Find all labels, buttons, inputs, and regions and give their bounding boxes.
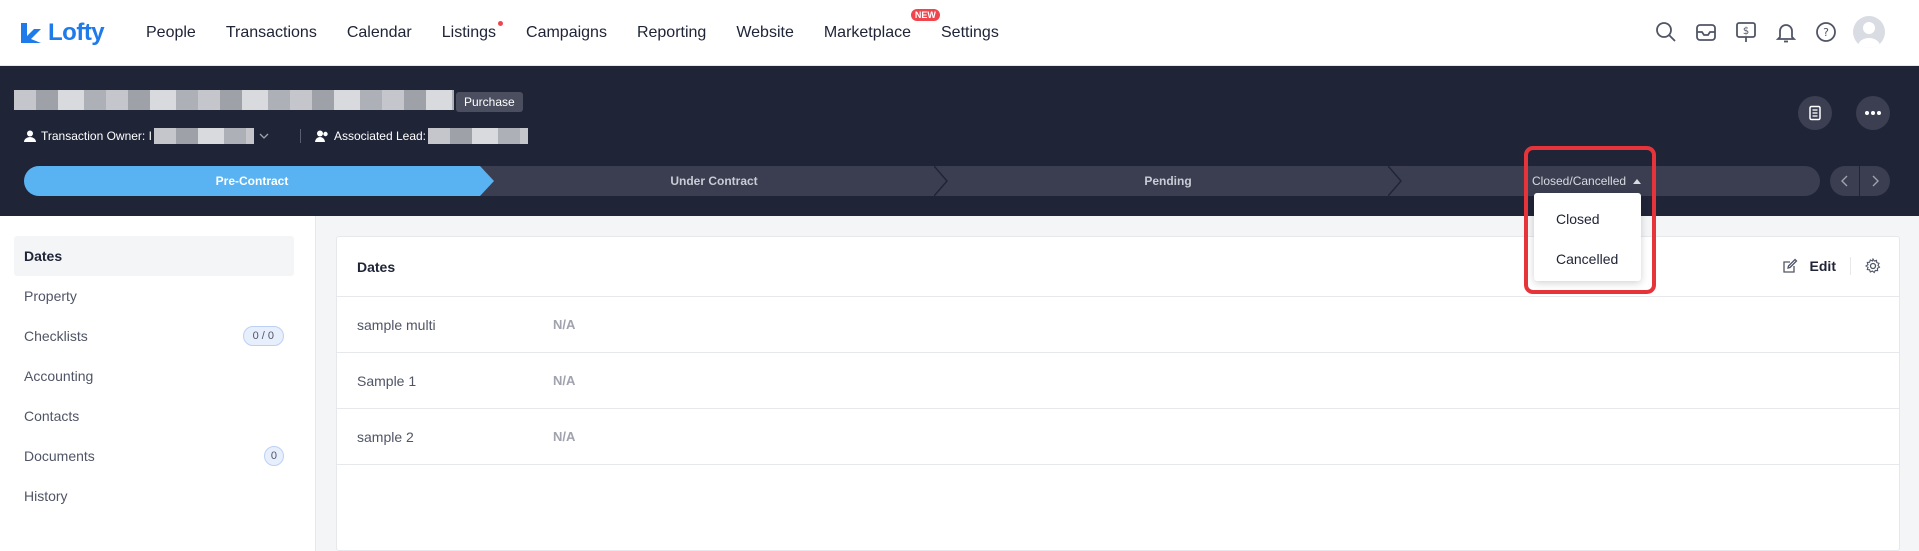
nav-transactions[interactable]: Transactions: [226, 24, 317, 42]
nav-settings[interactable]: Settings: [941, 24, 999, 42]
sidebar-item-label: Checklists: [24, 328, 88, 344]
date-row: sample 2 N/A: [337, 409, 1899, 465]
transaction-owner-label: Transaction Owner: I: [41, 129, 152, 143]
redacted-lead: [428, 128, 528, 144]
documents-count-badge: 0: [263, 446, 284, 466]
avatar[interactable]: [1853, 16, 1885, 48]
date-label: sample 2: [357, 428, 414, 445]
chevron-right-icon: [1872, 175, 1879, 187]
nav-marketplace[interactable]: Marketplace NEW: [823, 8, 940, 42]
sidebar-item-label: Property: [24, 288, 77, 304]
associated-lead-label: Associated Lead:: [333, 129, 426, 143]
sidebar-item-label: Dates: [24, 248, 63, 264]
pipeline-prev-button[interactable]: [1830, 166, 1860, 196]
divider: [1850, 257, 1851, 275]
nav-website[interactable]: Website: [736, 24, 794, 42]
stage-arrow: [480, 166, 494, 196]
stage-closed-cancelled[interactable]: Closed/Cancelled: [1532, 166, 1692, 196]
nav-icons: $ ?: [1639, 16, 1885, 48]
stage-divider: [1388, 166, 1402, 196]
detail-sidebar: Dates Property Checklists 0 / 0 Accountin…: [0, 216, 316, 551]
sidebar-item-label: Documents: [24, 448, 95, 464]
more-options-button[interactable]: [1856, 96, 1890, 130]
new-badge: NEW: [910, 8, 940, 21]
svg-text:?: ?: [1823, 26, 1829, 39]
nav-marketplace-label: Marketplace: [823, 23, 911, 41]
nav-reporting[interactable]: Reporting: [637, 24, 706, 42]
search-icon[interactable]: [1653, 19, 1679, 45]
sidebar-item-accounting[interactable]: Accounting: [14, 356, 294, 396]
sidebar-item-property[interactable]: Property: [14, 276, 294, 316]
dropdown-option-cancelled[interactable]: Cancelled: [1534, 239, 1641, 279]
associated-lead-icon: [314, 130, 328, 142]
main-nav: People Transactions Calendar Listings Ca…: [146, 8, 1029, 42]
user-icon: [24, 130, 36, 142]
edit-label: Edit: [1809, 258, 1836, 274]
stage-divider: [934, 166, 948, 196]
sidebar-item-label: Accounting: [24, 368, 94, 384]
app-name: Lofty: [48, 18, 105, 46]
card-title: Dates: [337, 237, 1899, 297]
top-navigation: Lofty People Transactions Calendar Listi…: [0, 0, 1919, 66]
stage-under-contract[interactable]: Under Contract: [494, 166, 934, 196]
svg-text:$: $: [1743, 26, 1749, 37]
dropdown-option-closed[interactable]: Closed: [1534, 199, 1641, 239]
closed-cancelled-dropdown: Closed Cancelled: [1534, 193, 1641, 281]
date-label: sample multi: [357, 316, 436, 333]
nav-listings[interactable]: Listings: [441, 20, 504, 42]
chevron-left-icon: [1840, 175, 1847, 187]
nav-campaigns[interactable]: Campaigns: [526, 24, 607, 42]
nav-people[interactable]: People: [146, 24, 196, 42]
nav-listings-label: Listings: [441, 23, 497, 41]
date-value: N/A: [553, 429, 576, 444]
date-value: N/A: [553, 317, 576, 332]
sidebar-item-checklists[interactable]: Checklists 0 / 0: [14, 316, 294, 356]
caret-up-icon: [1633, 179, 1642, 184]
sidebar-item-history[interactable]: History: [14, 476, 294, 516]
redacted-transaction-title: [14, 90, 454, 110]
bell-icon[interactable]: [1773, 19, 1799, 45]
pipeline-next-button[interactable]: [1860, 166, 1890, 196]
dates-card: Dates Edit sample multi N/A Sample 1 N/A…: [336, 236, 1900, 551]
notes-button[interactable]: [1798, 96, 1832, 130]
lofty-logo-icon: [21, 22, 41, 43]
ellipsis-icon: [1865, 111, 1881, 115]
owner-row: Transaction Owner: I Associated Lead:: [24, 128, 528, 144]
date-value: N/A: [553, 373, 576, 388]
nav-calendar[interactable]: Calendar: [347, 24, 412, 42]
edit-icon: [1782, 258, 1797, 273]
date-row: Sample 1 N/A: [337, 353, 1899, 409]
redacted-owner: [153, 128, 254, 144]
date-row: sample multi N/A: [337, 297, 1899, 353]
sidebar-item-dates[interactable]: Dates: [14, 236, 294, 276]
billing-icon[interactable]: $: [1733, 19, 1759, 45]
transaction-pipeline: Pre-Contract Under Contract Pending Clos…: [24, 166, 1820, 196]
gear-icon[interactable]: [1865, 258, 1881, 274]
checklists-count-badge: 0 / 0: [242, 326, 284, 346]
document-icon: [1809, 105, 1821, 121]
sidebar-item-label: History: [24, 488, 68, 504]
inbox-icon[interactable]: [1693, 19, 1719, 45]
transaction-type-tag: Purchase: [456, 92, 523, 112]
divider: [299, 129, 301, 143]
stage-closed-cancelled-label: Closed/Cancelled: [1532, 174, 1627, 188]
card-actions: Edit: [1782, 257, 1881, 275]
edit-button[interactable]: Edit: [1782, 258, 1836, 274]
sidebar-item-contacts[interactable]: Contacts: [14, 396, 294, 436]
notification-dot: [498, 20, 504, 26]
sidebar-item-documents[interactable]: Documents 0: [14, 436, 294, 476]
stage-pending[interactable]: Pending: [948, 166, 1388, 196]
lofty-logo[interactable]: Lofty: [18, 19, 118, 47]
help-icon[interactable]: ?: [1813, 19, 1839, 45]
sidebar-item-label: Contacts: [24, 408, 80, 424]
stage-pre-contract[interactable]: Pre-Contract: [24, 166, 480, 196]
chevron-down-icon[interactable]: [258, 130, 270, 142]
date-label: Sample 1: [357, 372, 417, 389]
